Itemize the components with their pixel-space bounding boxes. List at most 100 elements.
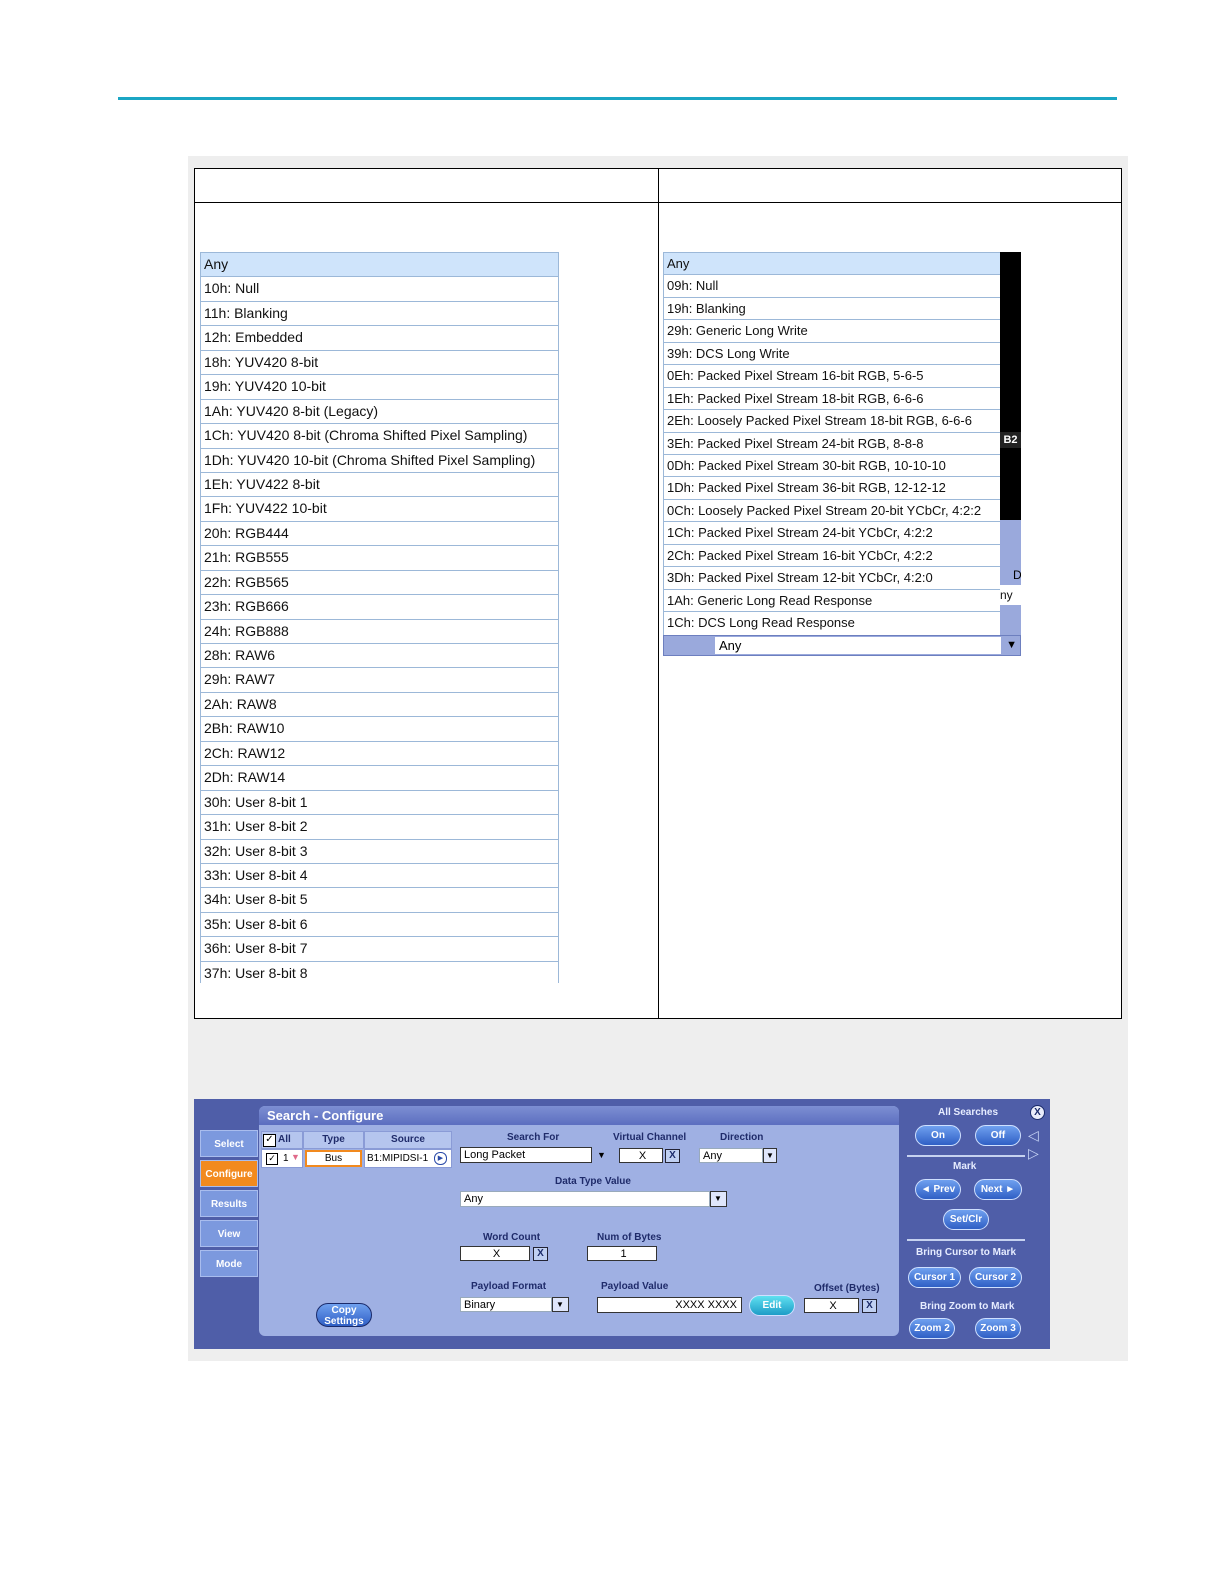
row-select-cell[interactable]: ✓ 1 ▼ bbox=[261, 1149, 303, 1168]
virtual-channel-x-button[interactable]: X bbox=[665, 1149, 680, 1163]
list-item[interactable]: 2Ah: RAW8 bbox=[201, 691, 558, 716]
list-item[interactable]: 1Ah: Generic Long Read Response bbox=[664, 588, 1000, 611]
set-clear-mark-button[interactable]: Set/Clr bbox=[943, 1209, 989, 1230]
list-item[interactable]: 18h: YUV420 8-bit bbox=[201, 349, 558, 374]
list-item[interactable]: 1Dh: YUV420 10-bit (Chroma Shifted Pixel… bbox=[201, 447, 558, 472]
list-item[interactable]: 29h: Generic Long Write bbox=[664, 319, 1000, 341]
nav-mode[interactable]: Mode bbox=[200, 1250, 258, 1277]
list-item[interactable]: 1Dh: Packed Pixel Stream 36-bit RGB, 12-… bbox=[664, 476, 1000, 498]
list-item[interactable]: 31h: User 8-bit 2 bbox=[201, 814, 558, 838]
nav-select[interactable]: Select bbox=[200, 1130, 258, 1157]
close-icon[interactable]: X bbox=[1030, 1105, 1045, 1120]
word-count-x-button[interactable]: X bbox=[533, 1247, 548, 1261]
next-mark-button[interactable]: Next ► bbox=[974, 1179, 1022, 1200]
virtual-channel-field[interactable]: X bbox=[619, 1148, 663, 1163]
nav-results[interactable]: Results bbox=[200, 1190, 258, 1217]
list-item[interactable]: 19h: Blanking bbox=[664, 296, 1000, 319]
list-item[interactable]: 37h: User 8-bit 8 bbox=[201, 960, 558, 983]
all-label: All bbox=[278, 1134, 291, 1145]
prev-mark-button[interactable]: ◄ Prev bbox=[915, 1179, 961, 1200]
chevron-down-icon[interactable]: ▼ bbox=[763, 1148, 777, 1163]
data-type-value-label: Data Type Value bbox=[555, 1176, 631, 1187]
bus-label: B2 bbox=[1000, 432, 1021, 448]
searches-off-button[interactable]: Off bbox=[975, 1125, 1021, 1146]
list-item[interactable]: 0Ch: Loosely Packed Pixel Stream 20-bit … bbox=[664, 498, 1000, 521]
all-checkbox[interactable]: ✓ bbox=[263, 1134, 276, 1147]
list-item[interactable]: 1Eh: Packed Pixel Stream 18-bit RGB, 6-6… bbox=[664, 386, 1000, 409]
nav-view[interactable]: View bbox=[200, 1220, 258, 1247]
zoom2-button[interactable]: Zoom 2 bbox=[909, 1318, 955, 1339]
list-item[interactable]: 39h: DCS Long Write bbox=[664, 341, 1000, 364]
list-item[interactable]: 12h: Embedded bbox=[201, 325, 558, 349]
list-item[interactable]: 19h: YUV420 10-bit bbox=[201, 374, 558, 398]
list-item[interactable]: 21h: RGB555 bbox=[201, 545, 558, 569]
nav-configure[interactable]: Configure bbox=[200, 1160, 258, 1187]
cursor1-button[interactable]: Cursor 1 bbox=[908, 1267, 961, 1288]
list-item[interactable]: 20h: RGB444 bbox=[201, 520, 558, 545]
num-bytes-field[interactable]: 1 bbox=[587, 1246, 657, 1261]
arrow-left-icon[interactable]: ◁ bbox=[1028, 1127, 1039, 1144]
list-item[interactable]: 2Eh: Loosely Packed Pixel Stream 18-bit … bbox=[664, 409, 1000, 431]
list-item[interactable]: 11h: Blanking bbox=[201, 300, 558, 325]
list-item[interactable]: 3Dh: Packed Pixel Stream 12-bit YCbCr, 4… bbox=[664, 566, 1000, 588]
chevron-down-icon[interactable]: ▼ bbox=[597, 1150, 606, 1160]
list-item[interactable]: Any bbox=[664, 252, 1000, 275]
chevron-down-icon[interactable]: ▼ bbox=[710, 1191, 727, 1207]
source-cell[interactable]: B1:MIPIDSI-1 ▶ bbox=[364, 1149, 452, 1168]
search-for-field[interactable]: Long Packet bbox=[460, 1147, 592, 1163]
data-type-combo[interactable]: Any ▼ bbox=[663, 635, 1021, 656]
list-item[interactable]: 0Eh: Packed Pixel Stream 16-bit RGB, 5-6… bbox=[664, 364, 1000, 386]
list-item[interactable]: 1Ch: DCS Long Read Response bbox=[664, 611, 1000, 633]
divider bbox=[907, 1239, 1025, 1241]
list-item[interactable]: 35h: User 8-bit 6 bbox=[201, 911, 558, 936]
list-item[interactable]: 2Bh: RAW10 bbox=[201, 716, 558, 740]
list-item[interactable]: 2Ch: Packed Pixel Stream 16-bit YCbCr, 4… bbox=[664, 543, 1000, 566]
list-item[interactable]: 0Dh: Packed Pixel Stream 30-bit RGB, 10-… bbox=[664, 453, 1000, 476]
payload-format-field[interactable]: Binary bbox=[460, 1297, 552, 1312]
chevron-down-icon[interactable]: ▼ bbox=[1006, 637, 1017, 654]
payload-value-field[interactable]: XXXX XXXX bbox=[597, 1297, 742, 1313]
list-item[interactable]: 1Ah: YUV420 8-bit (Legacy) bbox=[201, 398, 558, 423]
searches-on-button[interactable]: On bbox=[915, 1125, 961, 1146]
list-item[interactable]: 36h: User 8-bit 7 bbox=[201, 936, 558, 960]
bring-cursor-label: Bring Cursor to Mark bbox=[916, 1247, 1017, 1258]
word-count-field[interactable]: X bbox=[460, 1246, 530, 1261]
play-icon[interactable]: ▶ bbox=[434, 1152, 447, 1165]
list-item[interactable]: 2Dh: RAW14 bbox=[201, 765, 558, 789]
list-item[interactable]: 1Ch: Packed Pixel Stream 24-bit YCbCr, 4… bbox=[664, 521, 1000, 543]
zoom3-button[interactable]: Zoom 3 bbox=[975, 1318, 1021, 1339]
list-item[interactable]: 1Eh: YUV422 8-bit bbox=[201, 471, 558, 496]
edit-button[interactable]: Edit bbox=[749, 1295, 795, 1316]
list-item[interactable]: 1Fh: YUV422 10-bit bbox=[201, 496, 558, 520]
list-item[interactable]: 32h: User 8-bit 3 bbox=[201, 838, 558, 863]
list-item[interactable]: 28h: RAW6 bbox=[201, 643, 558, 667]
offset-field[interactable]: X bbox=[804, 1298, 859, 1313]
list-item[interactable]: Any bbox=[201, 252, 558, 277]
list-item[interactable]: 29h: RAW7 bbox=[201, 667, 558, 691]
type-value[interactable]: Bus bbox=[305, 1150, 362, 1167]
configure-panel: Search - Configure All ✓ Type Source ✓ 1… bbox=[259, 1106, 899, 1336]
cursor2-button[interactable]: Cursor 2 bbox=[969, 1267, 1022, 1288]
list-item[interactable]: 09h: Null bbox=[664, 274, 1000, 296]
list-item[interactable]: 30h: User 8-bit 1 bbox=[201, 789, 558, 814]
row-checkbox[interactable]: ✓ bbox=[266, 1153, 278, 1165]
csi-data-type-list[interactable]: Any 10h: Null 11h: Blanking 12h: Embedded 18… bbox=[200, 252, 559, 983]
copy-settings-button[interactable]: Copy Settings bbox=[316, 1303, 372, 1327]
offset-x-button[interactable]: X bbox=[862, 1299, 877, 1313]
list-item[interactable]: 1Ch: YUV420 8-bit (Chroma Shifted Pixel … bbox=[201, 423, 558, 447]
list-item[interactable]: 2Ch: RAW12 bbox=[201, 740, 558, 765]
list-item[interactable]: 33h: User 8-bit 4 bbox=[201, 862, 558, 887]
scope-letter: D bbox=[1013, 568, 1021, 582]
list-item[interactable]: 34h: User 8-bit 5 bbox=[201, 887, 558, 911]
list-item[interactable]: 10h: Null bbox=[201, 276, 558, 300]
list-item[interactable]: 22h: RGB565 bbox=[201, 569, 558, 594]
chevron-down-icon[interactable]: ▼ bbox=[552, 1297, 569, 1312]
direction-field[interactable]: Any bbox=[699, 1148, 763, 1163]
bring-zoom-label: Bring Zoom to Mark bbox=[920, 1301, 1015, 1312]
list-item[interactable]: 3Eh: Packed Pixel Stream 24-bit RGB, 8-8… bbox=[664, 431, 1000, 454]
list-item[interactable]: 23h: RGB666 bbox=[201, 594, 558, 618]
dsi-data-type-list[interactable]: Any 09h: Null 19h: Blanking 29h: Generic Lo… bbox=[663, 252, 1001, 635]
list-item[interactable]: 24h: RGB888 bbox=[201, 618, 558, 643]
arrow-right-icon[interactable]: ▷ bbox=[1028, 1145, 1039, 1162]
data-type-value-field[interactable]: Any bbox=[460, 1191, 710, 1207]
